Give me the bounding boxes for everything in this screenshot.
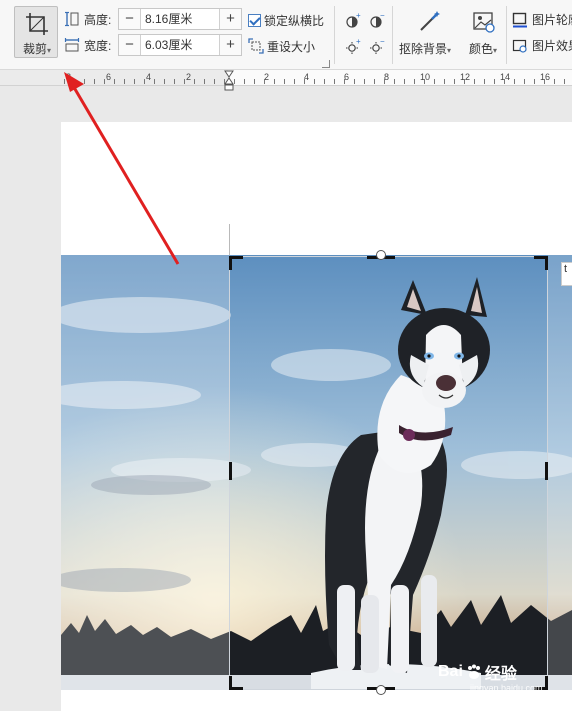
watermark-url: jingyan.baidu.com	[470, 683, 543, 693]
watermark-brand-b: 经验	[484, 666, 517, 683]
paw-icon	[467, 664, 480, 679]
wps-picture-crop-screenshot: 裁剪▾ 高度: − 8.16厘米 + 宽度: − 6.03厘米 + 锁定纵横比 …	[0, 0, 572, 711]
annotation-arrow	[64, 72, 180, 265]
baidu-jingyan-watermark: Bai 经验	[438, 660, 517, 684]
watermark-brand-a: Bai	[438, 663, 463, 680]
